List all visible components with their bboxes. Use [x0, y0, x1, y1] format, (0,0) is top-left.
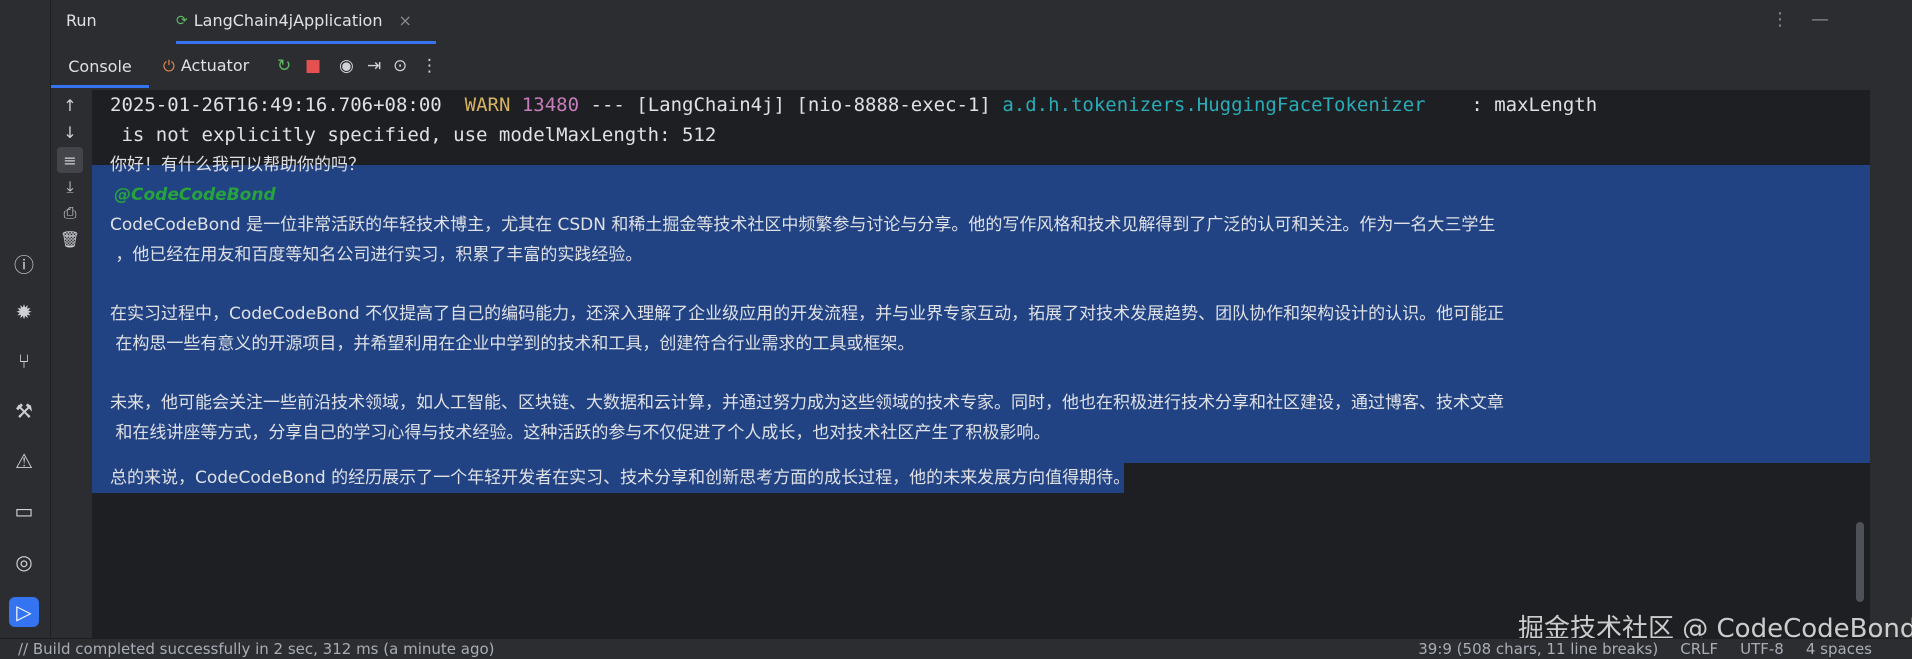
actuator-label: Actuator [180, 56, 250, 75]
services-icon[interactable]: ◎ [9, 547, 39, 577]
left-tool-strip: ⓘ ✹ ⑂ ⚒ ⚠ ▭ ◎ ▷ [0, 0, 51, 638]
terminal-icon[interactable]: ▭ [9, 496, 39, 526]
console-line: 你好！有什么我可以帮助你的吗？ [110, 155, 365, 175]
scroll-down-icon[interactable]: ↓ [57, 119, 83, 145]
run-title: Run [66, 11, 97, 30]
tab-actuator[interactable]: ⏻ Actuator [163, 56, 249, 75]
soft-wrap-icon[interactable]: ≡ [57, 147, 83, 173]
console-line-highlighted: @CodeCodeBond [114, 185, 276, 205]
actuator-icon: ⏻ [163, 56, 175, 75]
scrollbar-thumb[interactable] [1856, 522, 1864, 602]
line-separator[interactable]: CRLF [1680, 640, 1718, 658]
run-tool-window-header: Run ⟳ LangChain4jApplication × ⋮— [51, 0, 1869, 44]
build-status[interactable]: // Build completed successfully in 2 sec… [18, 640, 495, 658]
console-line: 在实习过程中，CodeCodeBond 不仅提高了自己的编码能力，还深入理解了企… [110, 304, 1505, 324]
log-line-continuation: is not explicitly specified, use modelMa… [110, 124, 717, 146]
minimize-icon[interactable]: — [1811, 9, 1851, 30]
console-line: 未来，他可能会关注一些前沿技术领域，如人工智能、区块链、大数据和云计算，并通过努… [110, 393, 1504, 413]
caret-position[interactable]: 39:9 (508 chars, 11 line breaks) [1418, 640, 1658, 658]
print-icon[interactable]: ⎙ [57, 200, 83, 226]
warning-icon[interactable]: ⚠ [9, 446, 39, 476]
console-line: 在构思一些有意义的开源项目，并希望利用在企业中学到的技术和工具，创建符合行业需求… [110, 334, 915, 354]
more-options-icon[interactable]: ⋮ [421, 56, 438, 76]
dashboard-icon[interactable]: ⊙ [393, 56, 407, 76]
console-line: CodeCodeBond 是一位非常活跃的年轻技术博主，尤其在 CSDN 和稀土… [110, 215, 1496, 235]
right-tool-strip [1870, 0, 1912, 638]
restore-layout-icon[interactable]: ⇥ [367, 56, 381, 76]
problems-icon[interactable]: ⓘ [9, 248, 39, 278]
close-icon[interactable]: × [398, 11, 411, 30]
stop-icon[interactable]: ■ [305, 56, 321, 76]
console-line: ，他已经在用友和百度等知名公司进行实习，积累了丰富的实践经验。 [110, 245, 643, 265]
indent-setting[interactable]: 4 spaces [1806, 640, 1872, 658]
debug-icon[interactable]: ✹ [9, 297, 39, 327]
scroll-up-icon[interactable]: ↑ [57, 92, 83, 118]
run-icon[interactable]: ▷ [9, 597, 39, 627]
tab-langchain4j-application[interactable]: ⟳ LangChain4jApplication × [176, 0, 436, 44]
rerun-icon[interactable]: ↻ [277, 56, 291, 76]
status-bar: // Build completed successfully in 2 sec… [0, 638, 1912, 659]
console-output[interactable]: 2025-01-26T16:49:16.706+08:00 WARN 13480… [92, 90, 1870, 638]
more-icon[interactable]: ⋮ [1771, 9, 1811, 30]
tab-console[interactable]: Console [51, 48, 149, 88]
spring-boot-icon: ⟳ [176, 12, 188, 29]
clear-icon[interactable]: 🗑 [57, 226, 83, 252]
scroll-to-end-icon[interactable]: ⤓ [57, 174, 83, 200]
console-gutter: ↑ ↓ ≡ ⤓ ⎙ 🗑 [51, 90, 91, 638]
git-icon[interactable]: ⑂ [9, 346, 39, 376]
tab-label: LangChain4jApplication [193, 11, 383, 30]
console-toolbar: Console ⏻ Actuator ↻ ■ ◉ ⇥ ⊙ ⋮ [51, 48, 1869, 88]
file-encoding[interactable]: UTF-8 [1740, 640, 1784, 658]
camera-icon[interactable]: ◉ [339, 56, 354, 76]
build-icon[interactable]: ⚒ [9, 396, 39, 426]
console-line: 总的来说，CodeCodeBond 的经历展示了一个年轻开发者在实习、技术分享和… [110, 468, 1131, 488]
log-line-warn: 2025-01-26T16:49:16.706+08:00 WARN 13480… [110, 94, 1598, 116]
console-line: 和在线讲座等方式，分享自己的学习心得与技术经验。这种活跃的参与不仅促进了个人成长… [110, 423, 1051, 443]
